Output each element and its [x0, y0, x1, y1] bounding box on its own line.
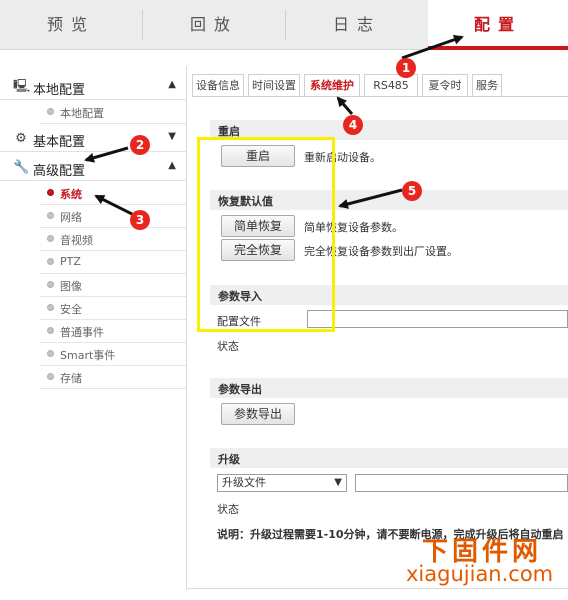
arrow-2 [84, 146, 129, 163]
arrow-5 [338, 188, 403, 209]
step-badge-1: 1 [396, 58, 416, 78]
annotation-arrows [84, 34, 464, 216]
step-badge-4: 4 [343, 115, 363, 135]
watermark-url: xiagujian.com [406, 562, 554, 586]
arrow-1 [401, 34, 464, 60]
screenshot: 预览 回放 日志 配置 🖳 本地配置 ▲ 本地配置 ⚙ 基本配置 ▼ 🔧 高级配… [0, 0, 568, 600]
arrow-4 [336, 96, 354, 115]
step-badge-3: 3 [130, 210, 150, 230]
step-badge-2: 2 [130, 135, 150, 155]
arrow-3 [94, 194, 133, 216]
step-badge-5: 5 [402, 181, 422, 201]
